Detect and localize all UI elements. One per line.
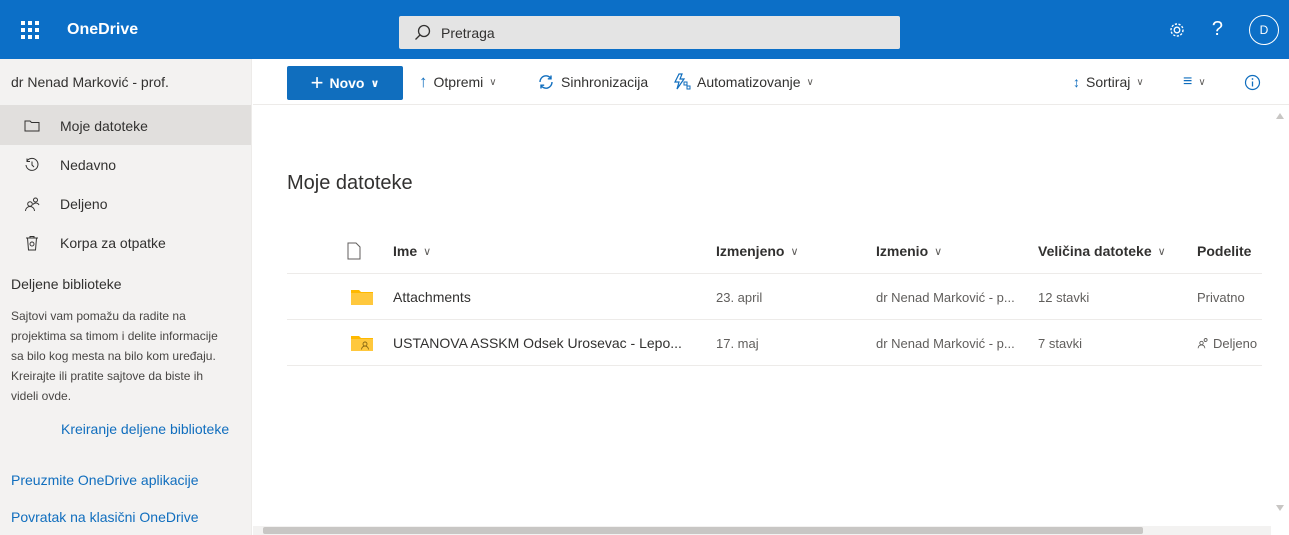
chevron-down-icon: ∨ [934,245,943,258]
help-icon: ? [1211,18,1223,40]
file-type-column-header[interactable] [347,228,361,274]
search-box[interactable] [399,16,900,49]
create-shared-library-link[interactable]: Kreiranje deljene biblioteke [61,421,229,437]
sharing-column-header[interactable]: Podelite [1197,228,1251,274]
chevron-down-icon: ∨ [1157,245,1166,258]
size-column-header[interactable]: Veličina datoteke ∨ [1038,228,1166,274]
info-button[interactable] [1244,59,1261,105]
sharing-status[interactable]: Privatno [1197,274,1245,320]
chevron-down-icon: ∨ [423,245,432,258]
upload-label: Otpremi [433,74,484,90]
settings-button[interactable] [1168,21,1186,39]
file-size: 7 stavki [1038,335,1083,351]
sort-label: Sortiraj [1086,74,1131,90]
sidebar: dr Nenad Marković - prof. Moje datoteke … [0,59,252,535]
shared-libraries-heading: Deljene biblioteke [11,276,122,292]
view-options-button[interactable]: ≡ ∨ [1183,59,1206,105]
modified-by: dr Nenad Marković - p... [876,289,1015,305]
info-icon [1244,74,1261,90]
help-button[interactable]: ? [1212,18,1223,41]
gear-icon [1170,22,1184,37]
horizontal-scrollbar[interactable] [253,526,1271,535]
file-name[interactable]: Attachments [393,274,471,320]
plus-icon: + [310,70,324,95]
chevron-down-icon: ∨ [790,245,799,258]
chevron-down-icon: ∨ [1136,76,1144,88]
vertical-scrollbar[interactable] [1271,105,1289,535]
document-icon [347,242,361,260]
upload-button[interactable]: ↑ Otpremi ∨ [419,59,497,105]
sidebar-item-recycle-bin[interactable]: Korpa za otpatke [0,223,251,262]
modified-column-header[interactable]: Izmenjeno ∨ [716,228,799,274]
search-icon [415,24,431,40]
file-name[interactable]: USTANOVA ASSKM Odsek Urosevac - Lepo... [393,320,682,366]
table-header: Ime ∨ Izmenjeno ∨ Izmenio ∨ Veličina dat… [287,228,1262,274]
name-column-header[interactable]: Ime ∨ [393,228,431,274]
automate-label: Automatizovanje [697,74,801,90]
sidebar-item-recent[interactable]: Nedavno [0,145,251,184]
modified-by-column-header[interactable]: Izmenio ∨ [876,228,942,274]
scroll-up-icon[interactable] [1276,113,1284,119]
folder-icon [351,274,373,320]
get-onedrive-apps-link[interactable]: Preuzmite OneDrive aplikacije [11,472,199,488]
user-name[interactable]: dr Nenad Marković - prof. [0,59,251,106]
new-button-label: Novo [329,75,365,91]
app-launcher-button[interactable] [0,0,59,59]
sharing-status[interactable]: Deljeno [1197,320,1257,366]
table-row[interactable]: Attachments 23. april dr Nenad Marković … [287,274,1262,320]
scrollbar-thumb[interactable] [263,527,1143,534]
chevron-down-icon: ∨ [370,77,380,90]
shared-libraries-description: Sajtovi vam pomažu da radite na projekti… [11,309,218,403]
file-size: 12 stavki [1038,289,1090,305]
sort-icon: ↕ [1073,74,1080,90]
waffle-icon [20,20,39,39]
people-icon [1197,338,1208,349]
modified-date: 17. maj [716,335,759,351]
chevron-down-icon: ∨ [806,76,814,88]
automate-button[interactable]: Automatizovanje ∨ [673,59,814,105]
sidebar-item-label: Korpa za otpatke [60,234,166,251]
sidebar-item-my-files[interactable]: Moje datoteke [0,106,251,145]
modified-date: 23. april [716,289,763,305]
history-icon [25,157,39,171]
list-view-icon: ≡ [1183,73,1193,90]
sync-icon [539,75,553,89]
folder-icon [24,120,40,131]
sort-button[interactable]: ↕ Sortiraj ∨ [1073,59,1144,105]
chevron-down-icon: ∨ [1198,76,1206,88]
new-button[interactable]: + Novo ∨ [287,66,403,100]
scroll-down-icon[interactable] [1276,505,1284,511]
shared-folder-icon [351,320,373,366]
sync-label: Sinhronizacija [561,74,649,90]
sync-button[interactable]: Sinhronizacija [537,59,648,105]
search-input[interactable] [441,24,841,41]
back-to-classic-link[interactable]: Povratak na klasični OneDrive [11,509,199,525]
command-bar: + Novo ∨ ↑ Otpremi ∨ Sinhronizacija Auto… [253,59,1289,105]
brand-name[interactable]: OneDrive [67,21,138,39]
sidebar-item-label: Moje datoteke [60,117,148,134]
upload-icon: ↑ [419,72,428,91]
sidebar-item-shared[interactable]: Deljeno [0,184,251,223]
table-row[interactable]: USTANOVA ASSKM Odsek Urosevac - Lepo... … [287,320,1262,366]
people-icon [25,197,40,211]
sidebar-item-label: Deljeno [60,195,108,212]
chevron-down-icon: ∨ [489,76,497,88]
sidebar-item-label: Nedavno [60,156,117,173]
recycle-bin-icon [26,235,38,250]
avatar[interactable]: D [1249,14,1279,45]
modified-by: dr Nenad Marković - p... [876,335,1015,351]
automate-icon [674,73,691,90]
page-title: Moje datoteke [287,172,413,194]
